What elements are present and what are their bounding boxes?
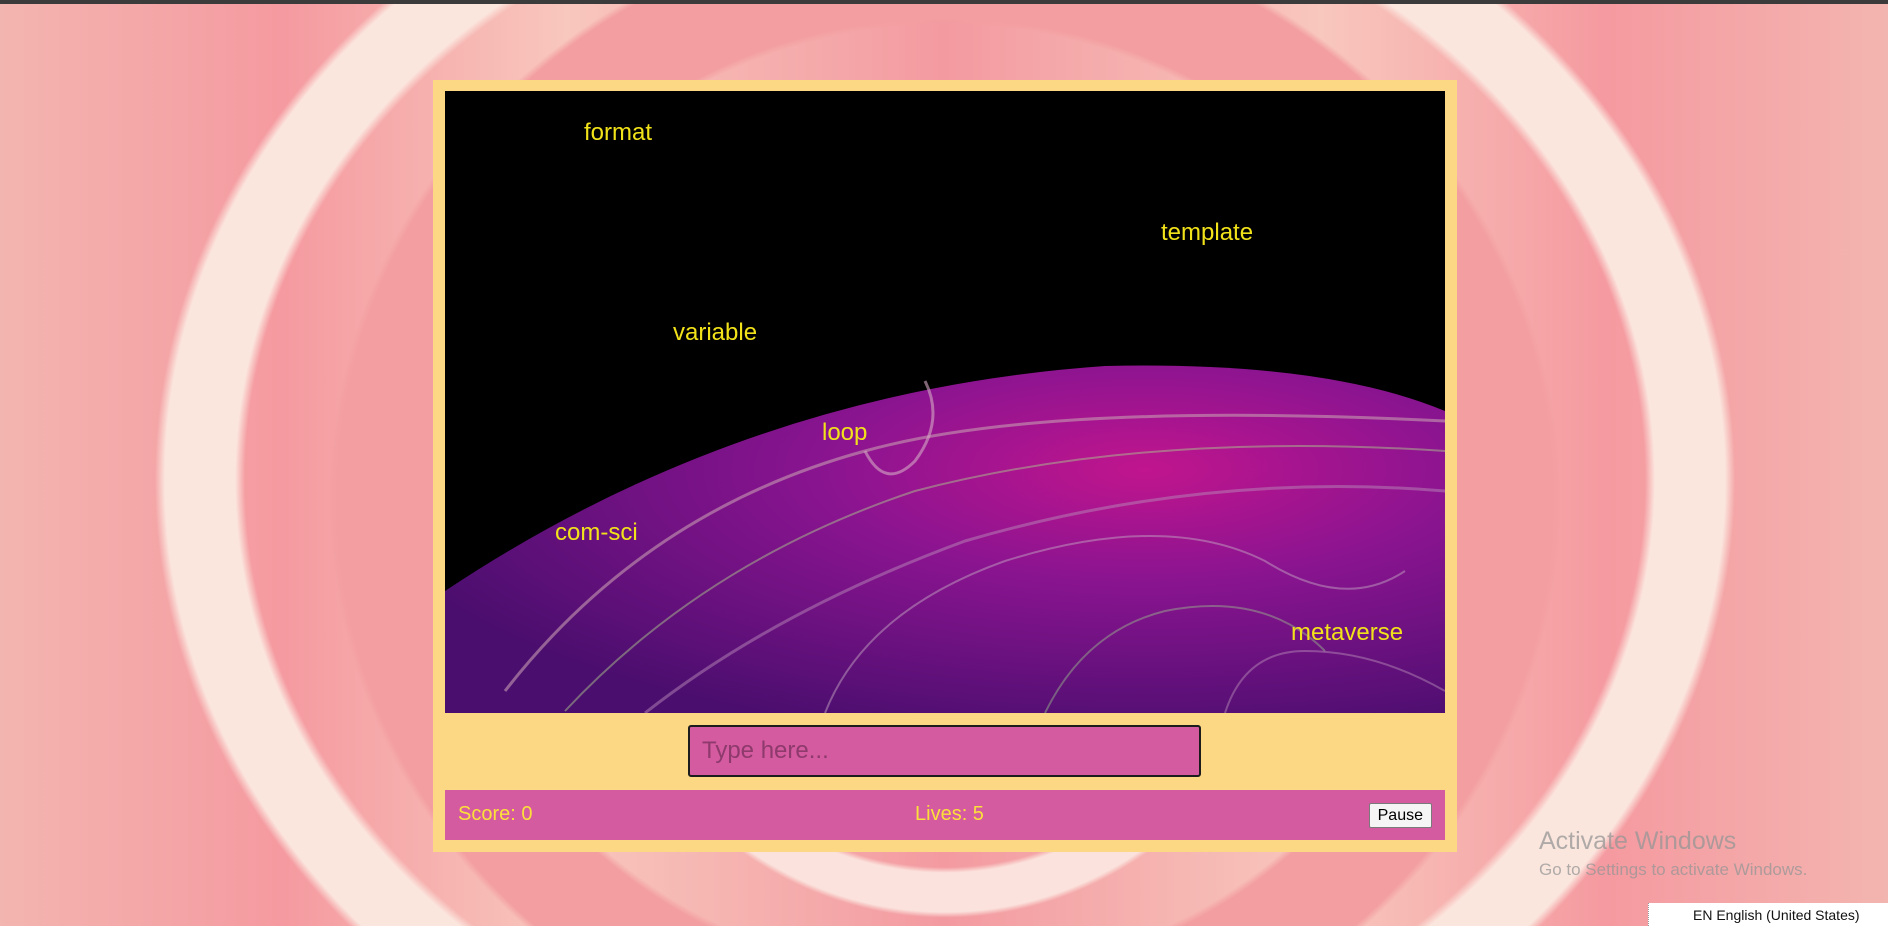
pause-button[interactable]: Pause [1368,803,1432,828]
language-indicator[interactable]: EN English (United States) [1648,903,1888,926]
falling-word: variable [673,319,758,346]
typing-area [688,725,1201,777]
window-top-edge [0,0,1888,4]
lives-label: Lives: 5 [915,803,984,825]
type-input[interactable] [688,725,1201,777]
falling-word: loop [822,419,868,446]
activate-windows-watermark: Activate Windows Go to Settings to activ… [1539,827,1807,880]
activate-subtitle: Go to Settings to activate Windows. [1539,860,1808,879]
falling-word: template [1161,219,1254,246]
play-area: format template variable loop com-sci metaver… [445,91,1445,713]
score-label: Score: 0 [458,803,533,825]
activate-title: Activate Windows [1539,827,1737,855]
falling-word: format [584,119,653,146]
game-container: format template variable loop com-sci metaver… [433,80,1457,852]
falling-word: com-sci [555,519,638,546]
language-label: EN English (United States) [1693,907,1860,923]
falling-word: metaverse [1291,619,1404,646]
status-bar: Score: 0 Lives: 5 Pause [445,790,1445,840]
